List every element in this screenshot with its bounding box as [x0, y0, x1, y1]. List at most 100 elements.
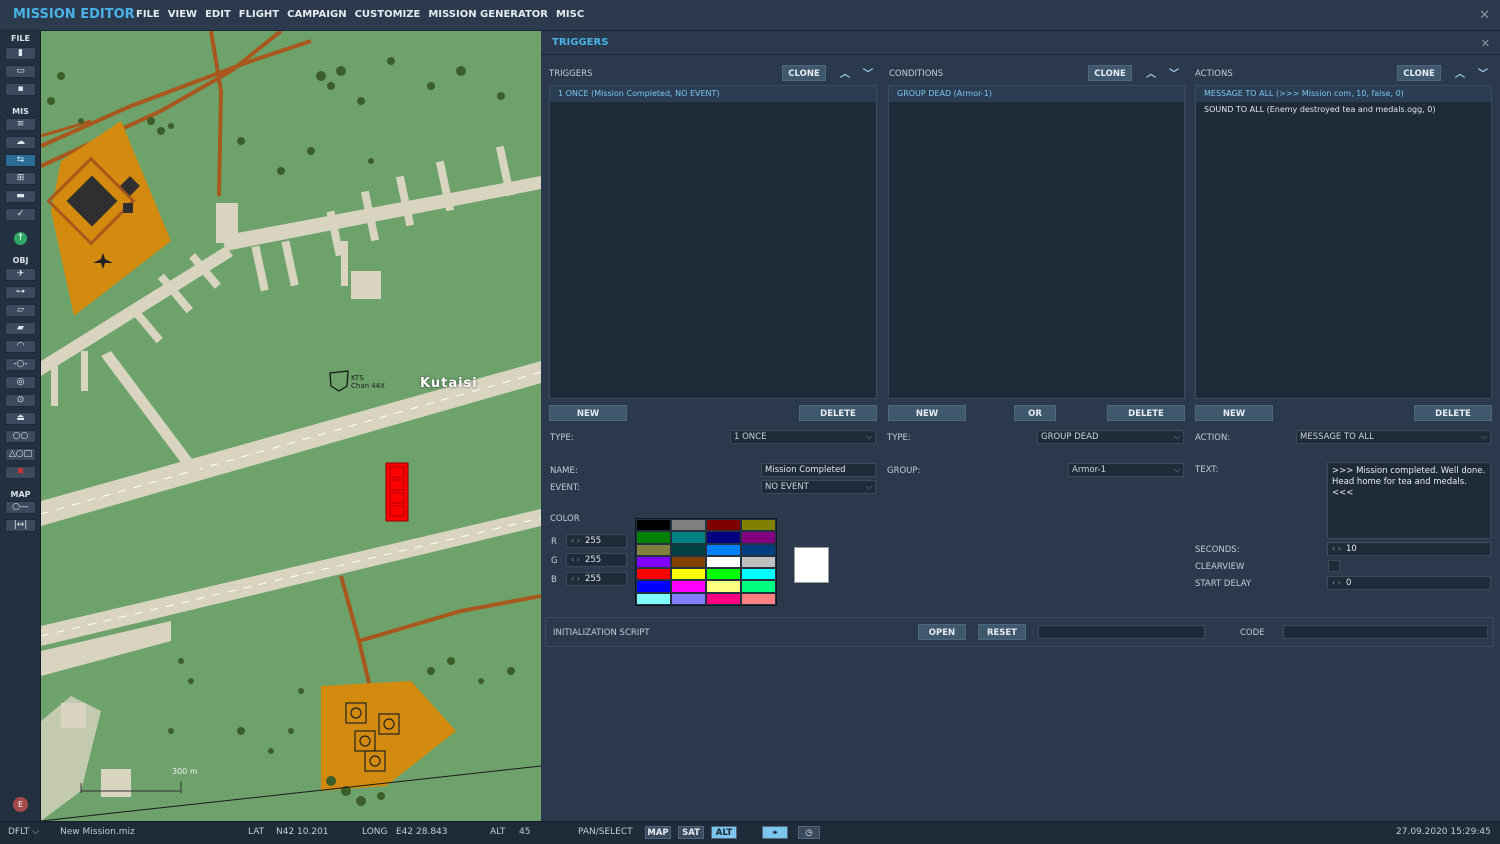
triggers-new-button[interactable]: NEW [549, 405, 627, 421]
start-delay-stepper[interactable]: ‹ › 0 [1327, 576, 1491, 590]
palette-swatch[interactable] [636, 555, 671, 569]
stepper-arrows-icon[interactable]: ‹ › [1332, 544, 1341, 553]
draw-shapes-icon[interactable]: △○□ [5, 448, 36, 461]
goals-icon[interactable]: ⊞ [5, 172, 36, 185]
airplane-group-icon[interactable]: ✈ [5, 268, 36, 281]
actions-delete-button[interactable]: DELETE [1414, 405, 1492, 421]
trigger-zone-icon[interactable]: ◎ [5, 376, 36, 389]
palette-swatch[interactable] [671, 580, 706, 593]
palette-swatch[interactable] [741, 568, 776, 581]
init-reset-button[interactable]: RESET [978, 624, 1026, 640]
palette-swatch[interactable] [741, 531, 776, 544]
sat-mode-button[interactable]: SAT [678, 826, 704, 839]
palette-swatch[interactable] [636, 519, 671, 532]
stepper-arrows-icon[interactable]: ‹ › [1332, 578, 1341, 587]
palette-swatch[interactable] [636, 580, 671, 593]
panel-close-icon[interactable]: ✕ [1481, 37, 1490, 50]
stepper-arrows-icon[interactable]: ‹ › [571, 555, 580, 564]
palette-swatch[interactable] [741, 519, 776, 532]
palette-swatch[interactable] [706, 580, 741, 593]
conditions-move-down-icon[interactable]: ﹀ [1169, 65, 1179, 80]
color-palette[interactable] [635, 518, 777, 607]
list-item[interactable]: 1 ONCE (Mission Completed, NO EVENT) [550, 86, 876, 102]
color-b-stepper[interactable]: ‹ › 255 [566, 572, 627, 586]
navpoint-icon[interactable]: -○- [5, 358, 36, 371]
actions-clone-button[interactable]: CLONE [1397, 65, 1441, 81]
stepper-arrows-icon[interactable]: ‹ › [571, 536, 580, 545]
ruler-icon[interactable]: |↔| [5, 519, 36, 532]
briefing-icon[interactable]: ≡ [5, 118, 36, 131]
list-item[interactable]: GROUP DEAD (Armor-1) [889, 86, 1184, 102]
palette-swatch[interactable] [706, 543, 741, 556]
actions-new-button[interactable]: NEW [1195, 405, 1273, 421]
menu-mission-generator[interactable]: MISSION GENERATOR [428, 9, 548, 20]
palette-swatch[interactable] [706, 531, 741, 544]
triggers-delete-button[interactable]: DELETE [799, 405, 877, 421]
conditions-list[interactable]: GROUP DEAD (Armor-1) [888, 85, 1185, 399]
palette-swatch[interactable] [706, 592, 741, 606]
new-file-icon[interactable]: ▮ [5, 47, 36, 60]
condition-group-select[interactable]: Armor-1 ⌵ [1068, 463, 1184, 477]
ship-group-icon[interactable]: ▱ [5, 304, 36, 317]
palette-swatch[interactable] [741, 543, 776, 556]
map-view[interactable]: KTS Chan 44X Kutaisi 300 m [41, 31, 541, 821]
triggers-move-down-icon[interactable]: ﹀ [863, 65, 873, 80]
bullseye-icon[interactable]: ⏏ [5, 412, 36, 425]
palette-swatch[interactable] [706, 568, 741, 581]
menu-campaign[interactable]: CAMPAIGN [287, 9, 346, 20]
color-g-stepper[interactable]: ‹ › 255 [566, 553, 627, 567]
action-text-area[interactable]: >>> Mission completed. Well done. Head h… [1327, 462, 1491, 539]
menu-customize[interactable]: CUSTOMIZE [355, 9, 421, 20]
profile-select[interactable]: DFLT ⌵ [8, 827, 39, 837]
menu-view[interactable]: VIEW [168, 9, 197, 20]
palette-swatch[interactable] [671, 531, 706, 544]
check-icon[interactable]: ✓ [5, 208, 36, 221]
triggers-move-up-icon[interactable]: ︿ [840, 65, 850, 80]
stepper-arrows-icon[interactable]: ‹ › [571, 574, 580, 583]
trigger-name-field[interactable]: Mission Completed [761, 463, 876, 477]
init-code-field[interactable] [1283, 625, 1488, 639]
palette-swatch[interactable] [706, 519, 741, 532]
fly-mission-icon[interactable]: ↑ [14, 232, 27, 245]
weather-icon[interactable]: ☁ [5, 136, 36, 149]
list-item[interactable]: SOUND TO ALL (Enemy destroyed tea and me… [1196, 102, 1491, 118]
clock-icon[interactable]: ◷ [798, 826, 820, 839]
palette-swatch[interactable] [671, 568, 706, 581]
map-filter-icon[interactable]: ⌖ [762, 826, 788, 839]
delete-object-icon[interactable]: ✖ [5, 466, 36, 479]
template-icon[interactable]: ⊙ [5, 394, 36, 407]
palette-swatch[interactable] [636, 543, 671, 556]
color-r-stepper[interactable]: ‹ › 255 [566, 534, 627, 548]
menu-misc[interactable]: MISC [556, 9, 584, 20]
list-item[interactable]: MESSAGE TO ALL (>>> Mission com, 10, fal… [1196, 86, 1491, 102]
palette-swatch[interactable] [741, 580, 776, 593]
palette-swatch[interactable] [741, 592, 776, 606]
exit-icon[interactable]: E [13, 797, 28, 812]
seconds-stepper[interactable]: ‹ › 10 [1327, 542, 1491, 556]
alt-mode-button[interactable]: ALT [711, 826, 737, 839]
resources-icon[interactable]: ▬ [5, 190, 36, 203]
palette-swatch[interactable] [706, 555, 741, 569]
open-folder-icon[interactable]: ▭ [5, 65, 36, 78]
trigger-type-select[interactable]: 1 ONCE ⌵ [730, 430, 876, 444]
palette-swatch[interactable] [671, 519, 706, 532]
menu-flight[interactable]: FLIGHT [239, 9, 279, 20]
map-mode-button[interactable]: MAP [645, 826, 671, 839]
triggers-list[interactable]: 1 ONCE (Mission Completed, NO EVENT) [549, 85, 877, 399]
ground-vehicle-icon[interactable]: ▰ [5, 322, 36, 335]
init-script-file-field[interactable] [1038, 625, 1205, 639]
save-icon[interactable]: ▪ [5, 83, 36, 96]
palette-swatch[interactable] [636, 592, 671, 606]
palette-swatch[interactable] [671, 555, 706, 569]
palette-swatch[interactable] [636, 531, 671, 544]
static-object-icon[interactable]: ◠ [5, 340, 36, 353]
conditions-or-button[interactable]: OR [1014, 405, 1056, 421]
triggers-icon[interactable]: ⇆ [5, 154, 36, 167]
map-canvas[interactable] [41, 31, 541, 821]
trigger-event-select[interactable]: NO EVENT ⌵ [761, 480, 876, 494]
map-options-icon[interactable]: ○— [5, 501, 36, 514]
action-type-select[interactable]: MESSAGE TO ALL ⌵ [1296, 430, 1491, 444]
formation-icon[interactable]: ○○ [5, 430, 36, 443]
menu-file[interactable]: FILE [136, 9, 160, 20]
palette-swatch[interactable] [671, 592, 706, 606]
